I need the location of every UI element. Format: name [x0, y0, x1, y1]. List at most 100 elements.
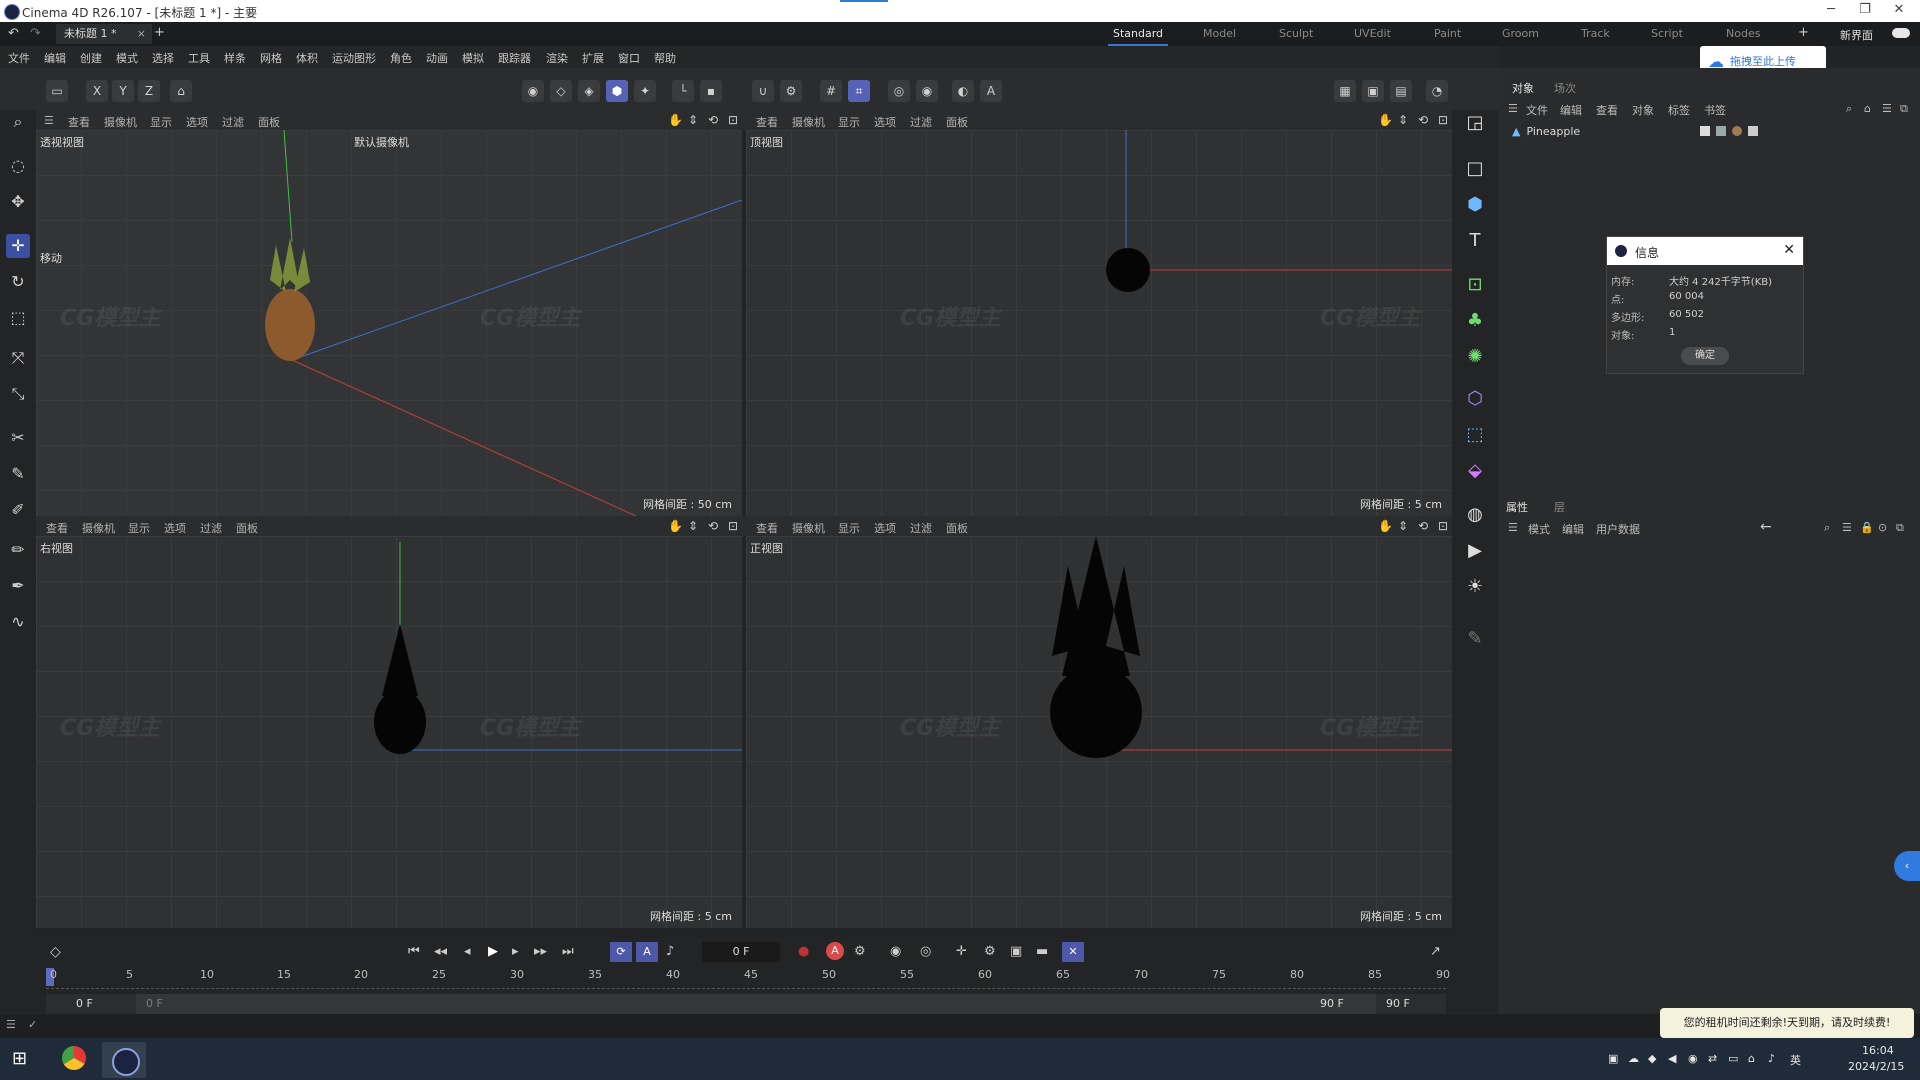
pan-view-icon[interactable]: ✋ [668, 519, 683, 533]
objects-menu-edit[interactable]: 编辑 [1560, 102, 1582, 118]
edges-mode-icon[interactable]: ◇ [550, 80, 572, 102]
lock-icon[interactable]: 🔒 [1860, 521, 1874, 534]
preview-range-slider[interactable] [136, 994, 1376, 1014]
axis-mode-icon[interactable]: └ [672, 80, 694, 102]
right-menu-view[interactable]: 查看 [46, 520, 68, 536]
move-tool-icon[interactable]: ✛ [6, 234, 30, 258]
model-mode-icon[interactable]: ⬢ [606, 80, 628, 102]
close-window-icon[interactable]: ✕ [1884, 2, 1914, 20]
light-icon[interactable]: ☀ [1462, 574, 1488, 600]
layout-tab-paint[interactable]: Paint [1434, 27, 1461, 40]
side-collapse-icon[interactable]: ‹ [1894, 851, 1920, 881]
menu-select[interactable]: 选择 [152, 50, 174, 66]
tray-app3-icon[interactable]: ◀ [1668, 1052, 1676, 1065]
uvw-tag-icon[interactable] [1716, 126, 1727, 136]
objects-menu-icon[interactable]: ☰ [1508, 102, 1518, 115]
camera-icon[interactable]: ▶ [1462, 538, 1488, 564]
ok-button[interactable]: 确定 [1681, 347, 1729, 365]
close-dialog-icon[interactable]: ✕ [1783, 242, 1795, 258]
selection-tool-icon[interactable]: ✥ [6, 190, 30, 214]
objects-tab[interactable]: 对象 [1512, 80, 1534, 96]
new-window-icon[interactable]: ⧉ [1900, 102, 1908, 116]
close-tab-icon[interactable]: × [137, 24, 146, 44]
primitive-cube-icon[interactable]: ⬢ [1462, 192, 1488, 218]
menu-mesh[interactable]: 网格 [260, 50, 282, 66]
param-key-icon[interactable]: ⚙ [984, 944, 996, 959]
right-menu-filter[interactable]: 过滤 [200, 520, 222, 536]
knife-tool-icon[interactable]: ✂ [6, 426, 30, 450]
takes-tab[interactable]: 场次 [1554, 80, 1576, 96]
status-menu-icon[interactable]: ☰ [6, 1018, 16, 1031]
rotation-key-icon[interactable]: ◎ [920, 944, 931, 959]
z-axis-lock-button[interactable]: Z [138, 80, 160, 102]
front-menu-display[interactable]: 显示 [838, 520, 860, 536]
brush-icon[interactable]: ✏ [6, 538, 30, 562]
snap-settings-icon[interactable]: ⚙ [780, 80, 802, 102]
render-picture-viewer-icon[interactable]: ▣ [1362, 80, 1384, 102]
tray-app2-icon[interactable]: ◆ [1648, 1052, 1656, 1065]
object-row-pineapple[interactable]: ▲ Pineapple [1512, 122, 1912, 140]
maximize-view-icon[interactable]: ⊡ [728, 113, 738, 127]
next-key-icon[interactable]: ▸▸ [534, 944, 547, 959]
x-axis-lock-button[interactable]: X [86, 80, 108, 102]
attributes-menu-edit[interactable]: 编辑 [1562, 521, 1584, 537]
orbit-view-icon[interactable]: ⟲ [1418, 113, 1428, 127]
orbit-view-icon[interactable]: ⟲ [708, 519, 718, 533]
front-menu-options[interactable]: 选项 [874, 520, 896, 536]
perspective-menu-display[interactable]: 显示 [150, 114, 172, 130]
menu-character[interactable]: 角色 [390, 50, 412, 66]
timeline-expand-icon[interactable]: ↗ [1430, 944, 1441, 959]
top-menu-camera[interactable]: 摄像机 [792, 114, 825, 130]
front-menu-panel[interactable]: 面板 [946, 520, 968, 536]
document-tab[interactable]: 未标题 1 * × [56, 24, 152, 44]
perspective-menu-options[interactable]: 选项 [186, 114, 208, 130]
menu-animate[interactable]: 动画 [426, 50, 448, 66]
add-tab-button[interactable]: + [154, 25, 165, 40]
menu-window[interactable]: 窗口 [618, 50, 640, 66]
status-check-icon[interactable]: ✓ [28, 1018, 37, 1031]
redo-icon[interactable]: ↷ [30, 26, 41, 41]
minimize-icon[interactable]: ─ [1816, 2, 1846, 20]
interpolation-icon[interactable]: ▬ [1036, 944, 1048, 959]
layout-tab-nodes[interactable]: Nodes [1726, 27, 1760, 40]
loop-icon[interactable]: ⟳ [610, 942, 632, 962]
current-frame-field[interactable]: 0 F [702, 942, 780, 962]
goto-start-icon[interactable]: ⏮ [408, 944, 420, 959]
front-viewport[interactable]: 正视图 网格间距 : 5 cm [746, 536, 1452, 928]
chrome-icon[interactable] [62, 1046, 86, 1070]
menu-create[interactable]: 创建 [80, 50, 102, 66]
spline-pen-icon[interactable]: ✒ [6, 574, 30, 598]
menu-help[interactable]: 帮助 [654, 50, 676, 66]
menu-render[interactable]: 渲染 [546, 50, 568, 66]
tray-monitor-icon[interactable]: ▭ [1728, 1052, 1738, 1065]
menu-mode[interactable]: 模式 [116, 50, 138, 66]
coordinate-system-icon[interactable]: ⌂ [170, 80, 192, 102]
attributes-tab[interactable]: 属性 [1506, 499, 1528, 515]
back-arrow-icon[interactable]: ← [1760, 519, 1772, 535]
tray-network-icon[interactable]: ⌂ [1748, 1052, 1755, 1065]
next-frame-icon[interactable]: ▸ [512, 944, 519, 959]
attributes-menu-icon[interactable]: ☰ [1508, 521, 1518, 534]
effector-icon[interactable]: ✺ [1462, 344, 1488, 370]
pla-key-icon[interactable]: ▣ [1010, 944, 1022, 959]
environment-icon[interactable]: ◍ [1462, 502, 1488, 528]
polygons-mode-icon[interactable]: ◈ [578, 80, 600, 102]
undo-icon[interactable]: ↶ [8, 26, 19, 41]
y-axis-lock-button[interactable]: Y [112, 80, 134, 102]
layout-tab-track[interactable]: Track [1581, 27, 1610, 40]
zoom-view-icon[interactable]: ⇕ [688, 519, 698, 533]
range-start-field[interactable]: 0 F [76, 997, 93, 1010]
bounce-icon[interactable]: A [636, 942, 658, 962]
generator-icon[interactable]: ⊡ [1462, 272, 1488, 298]
layout-tab-script[interactable]: Script [1651, 27, 1683, 40]
preview-end-field[interactable]: 90 F [1320, 997, 1344, 1010]
search-icon[interactable]: ⌕ [1846, 102, 1852, 116]
tray-network2-icon[interactable]: ⇄ [1708, 1052, 1717, 1065]
rotate-tool-icon[interactable]: ↻ [6, 270, 30, 294]
maximize-view-icon[interactable]: ⊡ [728, 519, 738, 533]
live-select-icon[interactable]: ◌ [6, 154, 30, 178]
magnet-icon[interactable]: ∪ [752, 80, 774, 102]
menu-tools[interactable]: 工具 [188, 50, 210, 66]
layers-tab[interactable]: 层 [1554, 499, 1565, 515]
perspective-menu-filter[interactable]: 过滤 [222, 114, 244, 130]
